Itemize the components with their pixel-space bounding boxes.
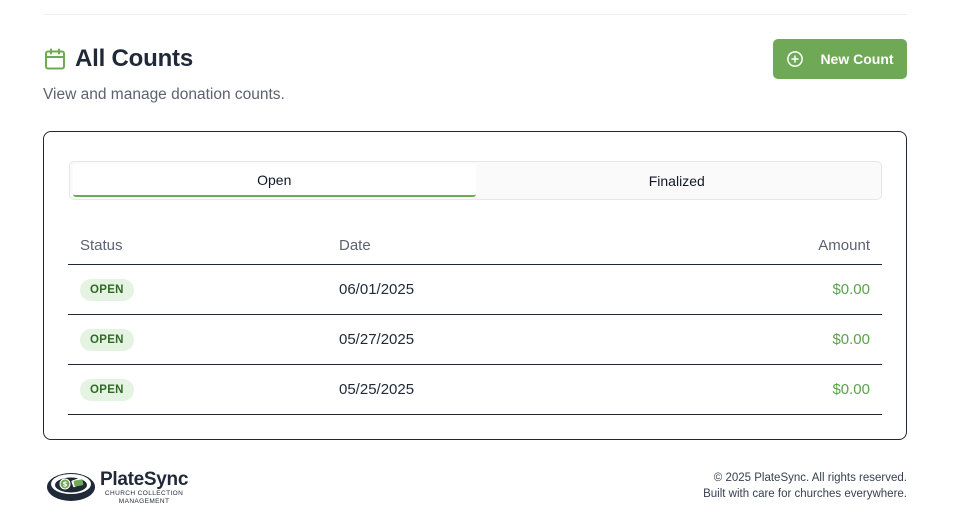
date-cell: 05/27/2025 — [339, 331, 415, 348]
svg-text:$: $ — [63, 481, 68, 489]
page-header: All Counts View and manage donation coun… — [43, 39, 907, 109]
column-header-status[interactable]: Status — [68, 237, 339, 254]
amount-cell: $0.00 — [832, 281, 870, 298]
status-tabs: Open Finalized — [69, 161, 882, 200]
top-divider — [43, 14, 907, 15]
calendar-icon — [43, 47, 67, 71]
tab-finalized[interactable]: Finalized — [476, 164, 879, 197]
date-cell: 06/01/2025 — [339, 281, 415, 298]
counts-card: Open Finalized Status Date Amount OPEN 0… — [43, 131, 907, 440]
tab-open-label: Open — [257, 171, 292, 188]
title-row: All Counts — [43, 45, 193, 73]
status-badge: OPEN — [80, 378, 134, 401]
brand-text: PlateSync CHURCH COLLECTION MANAGEMENT — [100, 470, 188, 505]
collection-plate-icon: $ — [46, 467, 96, 508]
tab-finalized-label: Finalized — [648, 172, 705, 189]
footer-logo[interactable]: $ PlateSync CHURCH COLLECTION MANAGEMENT — [46, 467, 188, 508]
copyright-text: © 2025 PlateSync. All rights reserved. — [713, 472, 907, 484]
column-header-date[interactable]: Date — [339, 237, 739, 254]
amount-cell: $0.00 — [832, 331, 870, 348]
counts-table: Status Date Amount OPEN 06/01/2025 $0.00… — [68, 226, 882, 415]
date-cell: 05/25/2025 — [339, 381, 415, 398]
page-subtitle: View and manage donation counts. — [43, 86, 285, 103]
brand-tagline: CHURCH COLLECTION — [104, 490, 184, 497]
footer-tagline: Built with care for churches everywhere. — [703, 488, 907, 500]
brand-name: PlateSync — [100, 469, 189, 490]
status-badge: OPEN — [80, 278, 134, 301]
new-count-label: New Count — [820, 51, 894, 67]
page-title: All Counts — [75, 45, 193, 72]
table-header: Status Date Amount — [68, 226, 882, 265]
footer-text: © 2025 PlateSync. All rights reserved. B… — [703, 470, 907, 502]
status-badge: OPEN — [80, 328, 134, 351]
table-row[interactable]: OPEN 05/27/2025 $0.00 — [68, 315, 882, 365]
column-header-amount[interactable]: Amount — [739, 237, 882, 254]
table-row[interactable]: OPEN 06/01/2025 $0.00 — [68, 265, 882, 315]
new-count-button[interactable]: New Count — [773, 39, 907, 79]
amount-cell: $0.00 — [832, 381, 870, 398]
plus-circle-icon — [786, 50, 804, 68]
table-row[interactable]: OPEN 05/25/2025 $0.00 — [68, 365, 882, 415]
tab-open[interactable]: Open — [73, 164, 476, 197]
brand-tagline-2: MANAGEMENT — [118, 497, 170, 505]
